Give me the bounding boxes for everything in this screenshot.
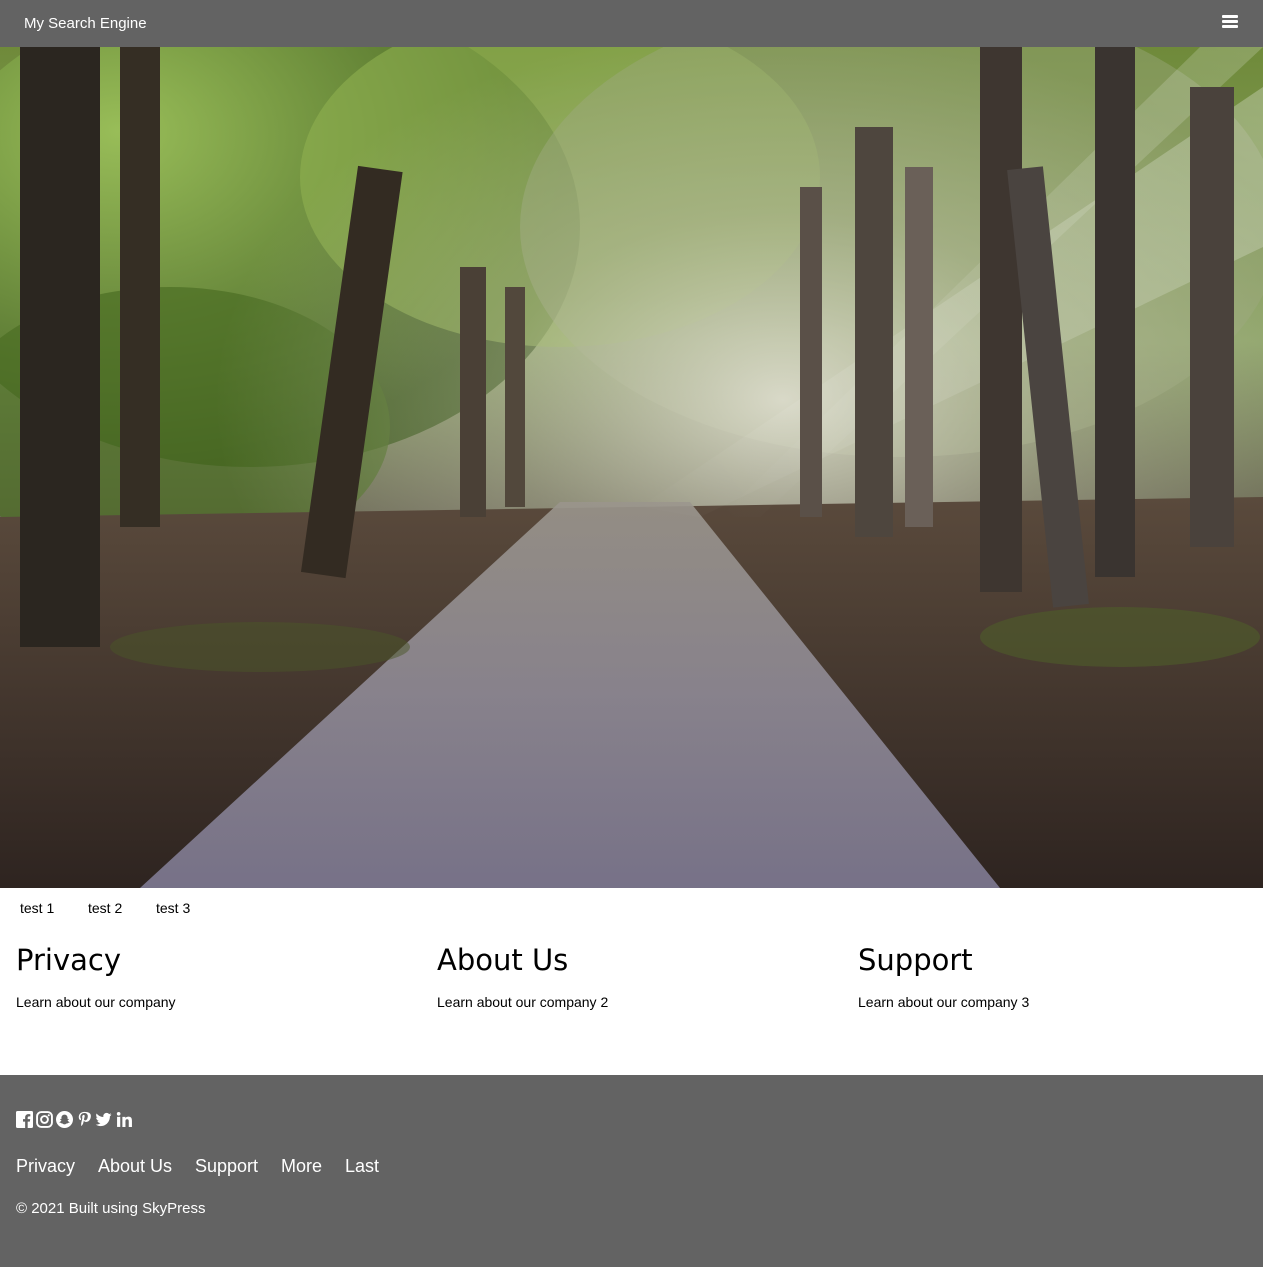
privacy-column: Privacy Learn about our company: [16, 940, 416, 1010]
forest-path-photo: [0, 47, 1263, 888]
footer: Privacy About Us Support More Last © 202…: [0, 1075, 1263, 1267]
copyright-text: © 2021 Built using SkyPress: [16, 1200, 206, 1217]
footer-link-about-us[interactable]: About Us: [98, 1156, 172, 1177]
column-title: Privacy: [16, 943, 121, 977]
brand-link[interactable]: My Search Engine: [24, 15, 147, 32]
subnav-link-test-3[interactable]: test 3: [156, 900, 190, 916]
about-us-column: About Us Learn about our company 2: [437, 940, 837, 1010]
hero-forest-image: [0, 47, 1263, 888]
column-text: Learn about our company: [16, 994, 176, 1010]
linkedin-icon[interactable]: [116, 1111, 133, 1128]
footer-link-support[interactable]: Support: [195, 1156, 258, 1177]
snapchat-icon[interactable]: [56, 1111, 73, 1128]
support-column: Support Learn about our company 3: [858, 940, 1258, 1010]
subnav-link-test-1[interactable]: test 1: [20, 900, 54, 916]
hamburger-menu-icon[interactable]: [1222, 15, 1240, 30]
top-navbar: My Search Engine: [0, 0, 1263, 47]
twitter-icon[interactable]: [95, 1111, 112, 1128]
footer-link-last[interactable]: Last: [345, 1156, 379, 1177]
subnav-link-test-2[interactable]: test 2: [88, 900, 122, 916]
pinterest-icon[interactable]: [76, 1111, 93, 1128]
column-text: Learn about our company 2: [437, 994, 609, 1010]
footer-link-privacy[interactable]: Privacy: [16, 1156, 75, 1177]
column-title: About Us: [437, 943, 569, 977]
instagram-icon[interactable]: [36, 1111, 53, 1128]
facebook-icon[interactable]: [16, 1111, 33, 1128]
column-title: Support: [858, 943, 973, 977]
footer-link-more[interactable]: More: [281, 1156, 322, 1177]
column-text: Learn about our company 3: [858, 994, 1030, 1010]
